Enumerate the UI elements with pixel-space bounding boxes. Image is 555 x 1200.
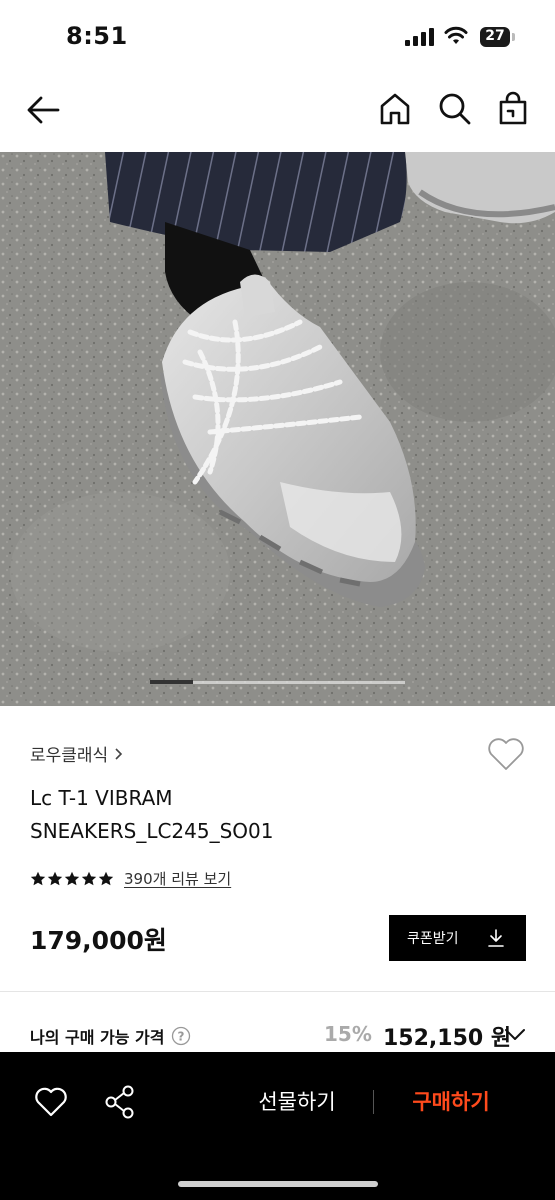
product-name-line2: SNEAKERS_LC245_SO01 (30, 819, 274, 843)
download-icon (488, 929, 504, 947)
my-price-label: 나의 구매 가능 가격 (30, 1028, 165, 1047)
coupon-button-label: 쿠폰받기 (407, 931, 459, 947)
product-name-line1: Lc T-1 VIBRAM (30, 786, 173, 810)
discount-rate: 15% (324, 1022, 372, 1046)
search-icon[interactable] (436, 90, 474, 128)
cellular-signal-icon (405, 28, 434, 46)
star-icon (81, 871, 97, 885)
star-icon (30, 871, 46, 885)
shopping-bag-icon[interactable] (494, 90, 532, 128)
chevron-down-icon[interactable] (504, 1027, 526, 1043)
sneaker-photo (0, 152, 555, 706)
star-icon (64, 871, 80, 885)
gift-button[interactable]: 선물하기 (238, 1084, 356, 1120)
wifi-icon (444, 26, 468, 44)
chevron-right-icon (115, 747, 123, 760)
bottom-action-bar (0, 1052, 555, 1200)
back-arrow-icon[interactable] (24, 90, 64, 130)
help-icon[interactable]: ? (171, 1026, 191, 1046)
svg-text:?: ? (178, 1030, 185, 1044)
product-price: 179,000원 (30, 926, 167, 955)
brand-link[interactable]: 로우클래식 (30, 741, 124, 766)
section-divider (0, 991, 555, 992)
brand-name: 로우클래식 (30, 746, 109, 766)
rating-row: 390개 리뷰 보기 (30, 868, 231, 889)
star-icon (47, 871, 63, 885)
buy-button[interactable]: 구매하기 (392, 1084, 510, 1120)
final-price: 152,150 원 (383, 1026, 512, 1051)
product-name: Lc T-1 VIBRAM SNEAKERS_LC245_SO01 (30, 782, 410, 848)
coupon-button[interactable]: 쿠폰받기 (389, 915, 526, 961)
home-indicator (178, 1181, 378, 1187)
home-icon[interactable] (376, 90, 414, 128)
star-icon (98, 871, 114, 885)
share-icon[interactable] (104, 1084, 136, 1120)
battery-icon: 27 (480, 27, 516, 47)
review-link[interactable]: 390개 리뷰 보기 (124, 868, 231, 889)
image-carousel-progress (150, 680, 193, 684)
heart-icon[interactable] (34, 1086, 68, 1118)
status-time: 8:51 (66, 22, 128, 50)
my-price-row: 나의 구매 가능 가격 ? (30, 1024, 191, 1048)
status-bar: 8:51 27 (0, 0, 555, 70)
battery-level: 27 (485, 28, 505, 44)
star-rating (30, 871, 114, 887)
bottom-bar-divider (373, 1090, 374, 1114)
wishlist-heart-icon[interactable] (486, 736, 526, 772)
product-image[interactable] (0, 152, 555, 706)
